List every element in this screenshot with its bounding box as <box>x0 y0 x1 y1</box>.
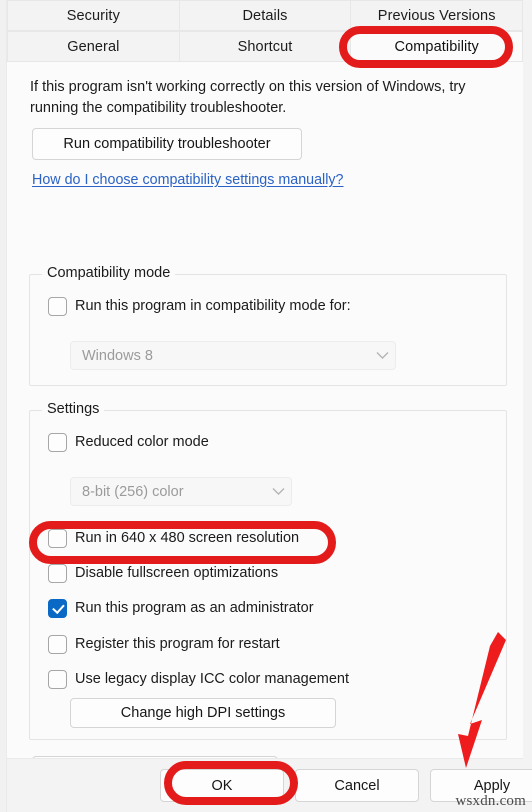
compatibility-tab-page: If this program isn't working correctly … <box>7 62 523 812</box>
checkbox-compatibility-mode[interactable] <box>48 296 67 316</box>
tab-row-top: Security Details Previous Versions <box>7 0 524 31</box>
tab-security-label: Security <box>66 7 120 24</box>
combobox-compatibility-os[interactable]: Windows 8 <box>70 341 396 370</box>
checkbox-row-register-for-restart[interactable]: Register this program for restart <box>48 633 280 655</box>
checkbox-legacy-icc-color-management-label: Use legacy display ICC color management <box>75 671 350 687</box>
checkbox-reduced-color-mode[interactable] <box>48 432 67 452</box>
checkbox-register-for-restart-label: Register this program for restart <box>75 636 280 652</box>
cancel-button-label: Cancel <box>334 777 380 794</box>
apply-button[interactable]: Apply <box>430 769 532 802</box>
checkbox-row-640x480[interactable]: Run in 640 x 480 screen resolution <box>48 527 299 549</box>
tab-general[interactable]: General <box>7 31 180 62</box>
checkbox-run-as-administrator[interactable] <box>48 598 67 618</box>
cancel-button[interactable]: Cancel <box>295 769 419 802</box>
tab-row-bottom: General Shortcut Compatibility <box>7 31 524 62</box>
checkbox-row-disable-fullscreen-optimizations[interactable]: Disable fullscreen optimizations <box>48 562 278 584</box>
ok-button[interactable]: OK <box>160 769 284 802</box>
tab-compatibility-label: Compatibility <box>394 38 479 55</box>
intro-text: If this program isn't working correctly … <box>30 79 466 117</box>
checkbox-row-legacy-icc-color[interactable]: Use legacy display ICC color management <box>48 668 349 690</box>
change-high-dpi-settings-button[interactable]: Change high DPI settings <box>70 698 336 728</box>
combobox-compatibility-os-value: Windows 8 <box>82 347 153 364</box>
checkbox-legacy-icc-color-management[interactable] <box>48 669 67 689</box>
combobox-color-depth[interactable]: 8-bit (256) color <box>70 477 292 506</box>
chevron-down-icon <box>369 351 395 360</box>
checkbox-disable-fullscreen-optimizations[interactable] <box>48 563 67 583</box>
tab-previous-versions[interactable]: Previous Versions <box>351 0 524 31</box>
combobox-color-depth-value: 8-bit (256) color <box>82 483 184 500</box>
checkbox-run-as-administrator-label: Run this program as an administrator <box>75 600 314 616</box>
ok-button-label: OK <box>211 777 233 794</box>
checkbox-row-run-as-administrator[interactable]: Run this program as an administrator <box>48 597 314 619</box>
checkbox-row-reduced-color-mode[interactable]: Reduced color mode <box>48 431 209 453</box>
compatibility-mode-group-title: Compatibility mode <box>42 265 176 281</box>
checkbox-640x480-resolution-label: Run in 640 x 480 screen resolution <box>75 530 300 546</box>
apply-button-label: Apply <box>473 777 511 794</box>
tab-details-label: Details <box>242 7 288 24</box>
checkbox-640x480-resolution[interactable] <box>48 528 67 548</box>
window-left-gutter <box>0 0 7 812</box>
settings-group: Settings Reduced color mode 8-bit (256) … <box>29 401 507 740</box>
dialog-button-bar: OK Cancel Apply <box>7 758 532 812</box>
tab-shortcut[interactable]: Shortcut <box>179 31 352 62</box>
checkbox-register-for-restart[interactable] <box>48 634 67 654</box>
settings-group-title: Settings <box>42 401 105 417</box>
checkbox-row-compatibility-mode[interactable]: Run this program in compatibility mode f… <box>48 295 351 317</box>
tab-shortcut-label: Shortcut <box>237 38 293 55</box>
chevron-down-icon <box>265 487 291 496</box>
window-right-gutter <box>522 0 532 812</box>
compatibility-mode-group: Compatibility mode Run this program in c… <box>29 265 507 386</box>
checkbox-disable-fullscreen-optimizations-label: Disable fullscreen optimizations <box>75 565 279 581</box>
change-high-dpi-settings-label: Change high DPI settings <box>120 705 286 721</box>
checkbox-compatibility-mode-label: Run this program in compatibility mode f… <box>75 298 351 314</box>
tab-details[interactable]: Details <box>179 0 352 31</box>
tab-strip: Security Details Previous Versions Gener… <box>7 0 524 62</box>
tab-general-label: General <box>67 38 120 55</box>
run-compatibility-troubleshooter-label: Run compatibility troubleshooter <box>63 136 271 152</box>
tab-previous-versions-label: Previous Versions <box>377 7 496 24</box>
checkbox-reduced-color-mode-label: Reduced color mode <box>75 434 209 450</box>
run-compatibility-troubleshooter-button[interactable]: Run compatibility troubleshooter <box>32 128 302 160</box>
properties-dialog: Security Details Previous Versions Gener… <box>0 0 532 812</box>
tab-security[interactable]: Security <box>7 0 180 31</box>
tab-compatibility[interactable]: Compatibility <box>351 31 524 62</box>
help-link-choose-settings-manually[interactable]: How do I choose compatibility settings m… <box>32 172 344 188</box>
